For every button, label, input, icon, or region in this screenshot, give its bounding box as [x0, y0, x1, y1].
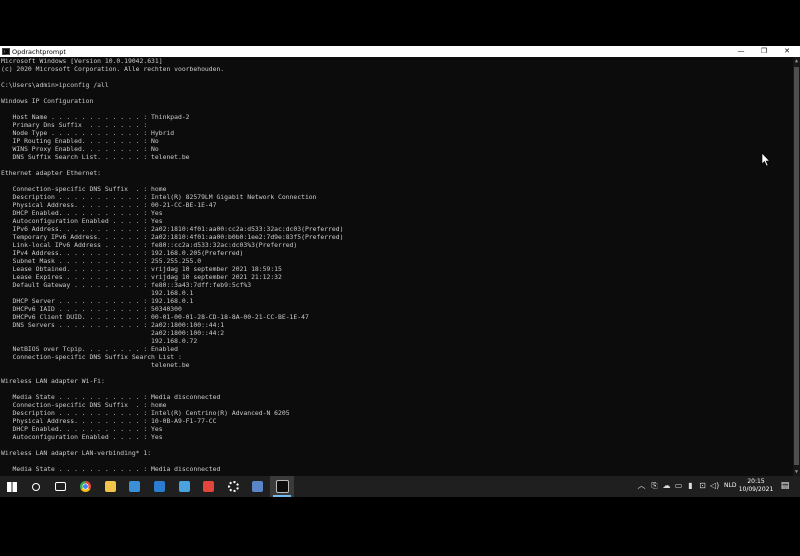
display-icon[interactable]: ▭ [674, 481, 683, 491]
cloud-icon[interactable]: ☁ [662, 481, 671, 491]
title-bar[interactable]: ›_ Opdrachtprompt — ❐ ✕ [0, 46, 800, 57]
window-title: Opdrachtprompt [12, 48, 66, 56]
search-icon [32, 482, 40, 491]
windows-start-taskbar-button[interactable] [0, 476, 24, 497]
scroll-down-arrow-icon[interactable]: ▼ [793, 468, 800, 476]
store-icon [128, 481, 140, 492]
command-prompt-taskbar-button[interactable] [270, 476, 294, 497]
search-taskbar-button[interactable] [24, 476, 48, 497]
clock[interactable]: 20:15 10/09/2021 [738, 478, 774, 494]
remote-desktop-taskbar-button[interactable] [172, 476, 196, 497]
vertical-scrollbar[interactable]: ▲ ▼ [793, 57, 800, 476]
volume-icon[interactable]: ◁) [710, 481, 719, 491]
chrome-taskbar-button[interactable] [73, 476, 97, 497]
battery-icon[interactable]: ▮ [686, 481, 695, 491]
remote-desktop-icon [178, 481, 190, 492]
clock-time: 20:15 [747, 478, 765, 485]
network-tool-icon [251, 481, 263, 492]
command-prompt-icon: ›_ [2, 48, 10, 55]
maximize-button[interactable]: ❐ [753, 46, 775, 57]
terminal-output[interactable]: Microsoft Windows [Version 10.0.19042.63… [0, 57, 793, 476]
language-indicator[interactable]: NLD [724, 482, 736, 489]
file-explorer-icon [104, 481, 116, 492]
taskbar: ︿ ⎘ ☁ ▭ ▮ ⊡ ◁) NLD 20:15 10/09/2021 ▤ [0, 476, 800, 497]
mail-taskbar-button[interactable] [147, 476, 171, 497]
settings-gear-icon [227, 481, 239, 492]
chevron-up-icon[interactable]: ︿ [637, 481, 646, 491]
usb-icon[interactable]: ⎘ [650, 481, 659, 491]
clock-date: 10/09/2021 [738, 486, 774, 493]
task-view-icon [54, 482, 66, 491]
scrollbar-thumb[interactable] [794, 67, 799, 465]
anydesk-icon [202, 481, 214, 492]
store-taskbar-button[interactable] [122, 476, 146, 497]
windows-start-icon [7, 481, 17, 492]
network-icon[interactable]: ⊡ [698, 481, 707, 491]
task-view-taskbar-button[interactable] [48, 476, 72, 497]
scroll-up-arrow-icon[interactable]: ▲ [793, 57, 800, 65]
notification-icon[interactable]: ▤ [778, 480, 792, 493]
mail-icon [153, 481, 165, 492]
minimize-button[interactable]: — [730, 46, 752, 57]
chrome-icon [79, 481, 91, 492]
command-prompt-window[interactable]: ›_ Opdrachtprompt — ❐ ✕ Microsoft Window… [0, 46, 800, 476]
settings-gear-taskbar-button[interactable] [221, 476, 245, 497]
close-button[interactable]: ✕ [776, 46, 798, 57]
terminal-text: Microsoft Windows [Version 10.0.19042.63… [1, 57, 344, 473]
network-tool-taskbar-button[interactable] [245, 476, 269, 497]
command-prompt-icon [275, 480, 289, 493]
file-explorer-taskbar-button[interactable] [98, 476, 122, 497]
mouse-pointer-icon [761, 153, 771, 167]
anydesk-taskbar-button[interactable] [196, 476, 220, 497]
